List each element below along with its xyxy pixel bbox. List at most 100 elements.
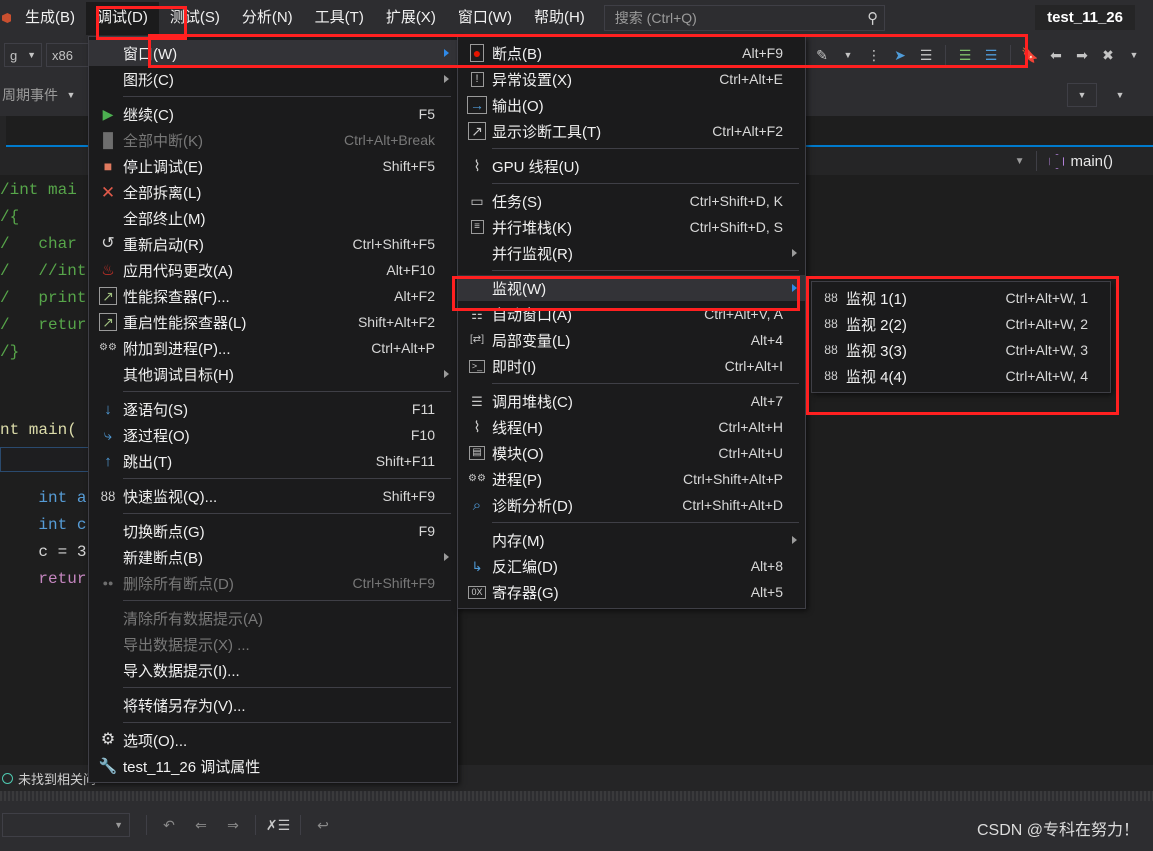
menubar-item-2[interactable]: 调试(D)	[86, 1, 159, 35]
menu-item-继续-c-[interactable]: ▶ 继续(C) F5	[89, 101, 457, 127]
grid-drag-icon[interactable]: ⋮	[863, 44, 885, 66]
menu-item-调用堆栈-c-[interactable]: ☰ 调用堆栈(C) Alt+7	[458, 388, 805, 414]
menu-item-图形-c-[interactable]: 图形(C)	[89, 66, 457, 92]
chevron-down-icon[interactable]: ▼	[837, 44, 859, 66]
watch-submenu-popup[interactable]: ȣȣ 监视 1(1) Ctrl+Alt+W, 1 ȣȣ 监视 2(2) Ctrl+Alt+…	[811, 281, 1111, 393]
menu-item-输出-o-[interactable]: → 输出(O)	[458, 92, 805, 118]
menu-item-全部拆离-l-[interactable]: ✕ 全部拆离(L)	[89, 179, 457, 205]
menu-item-切换断点-g-[interactable]: 切换断点(G) F9	[89, 518, 457, 544]
menu-item-显示诊断工具-t-[interactable]: ↗ 显示诊断工具(T) Ctrl+Alt+F2	[458, 118, 805, 144]
menu-item-导入数据提示-i-[interactable]: 导入数据提示(I)...	[89, 657, 457, 683]
search-input[interactable]	[612, 9, 867, 27]
configuration-combo[interactable]: g ▼	[4, 43, 42, 67]
search-icon[interactable]: ⚲	[867, 9, 878, 27]
menu-icon-placeholder	[93, 607, 123, 629]
search-box[interactable]: ⚲	[603, 5, 885, 31]
menubar-item-8[interactable]: 帮助(H)	[523, 2, 596, 35]
clear-bookmarks-icon[interactable]: ✖	[1097, 44, 1119, 66]
menu-item-监视-1-1-[interactable]: ȣȣ 监视 1(1) Ctrl+Alt+W, 1	[812, 285, 1110, 311]
chevron-down-icon[interactable]: ▼	[1078, 90, 1087, 100]
word-wrap-icon[interactable]: ↩	[310, 813, 336, 837]
menu-item-即时-i-[interactable]: >_ 即时(I) Ctrl+Alt+I	[458, 353, 805, 379]
menu-item-逐语句-s-[interactable]: ↓ 逐语句(S) F11	[89, 396, 457, 422]
menu-item-任务-s-[interactable]: ▭ 任务(S) Ctrl+Shift+D, K	[458, 188, 805, 214]
comment-icon[interactable]: ✎	[811, 44, 833, 66]
menu-item-寄存器-g-[interactable]: 0X 寄存器(G) Alt+5	[458, 579, 805, 605]
menu-item-附加到进程-p-[interactable]: ⚙⚙ 附加到进程(P)... Ctrl+Alt+P	[89, 335, 457, 361]
toolbar2-combo[interactable]: ▼	[1067, 83, 1097, 107]
clear-output-icon[interactable]: ✗☰	[265, 813, 291, 837]
menu-item-进程-p-[interactable]: ⚙⚙ 进程(P) Ctrl+Shift+Alt+P	[458, 466, 805, 492]
menu-icon-placeholder	[462, 529, 492, 551]
menu-item-自动窗口-a-[interactable]: ☷ 自动窗口(A) Ctrl+Alt+V, A	[458, 301, 805, 327]
menu-icon-placeholder	[93, 363, 123, 385]
cube-icon	[1049, 154, 1063, 168]
menu-item-监视-2-2-[interactable]: ȣȣ 监视 2(2) Ctrl+Alt+W, 2	[812, 311, 1110, 337]
menu-item-监视-w-[interactable]: 监视(W)	[458, 275, 805, 301]
menu-item-内存-m-[interactable]: 内存(M)	[458, 527, 805, 553]
menu-item-应用代码更改-a-[interactable]: ♨ 应用代码更改(A) Alt+F10	[89, 257, 457, 283]
toolbar2-overflow-icon[interactable]: ▼	[1109, 84, 1131, 106]
current-line-highlight	[0, 447, 94, 472]
menu-item-其他调试目标-h-[interactable]: 其他调试目标(H)	[89, 361, 457, 387]
chevron-down-icon[interactable]: ▼	[60, 84, 82, 106]
toolbar-overflow-icon[interactable]: ▼	[1123, 44, 1145, 66]
menu-item-停止调试-e-[interactable]: ■ 停止调试(E) Shift+F5	[89, 153, 457, 179]
menu-item-局部变量-l-[interactable]: [⇄] 局部变量(L) Alt+4	[458, 327, 805, 353]
uncomment-icon[interactable]: ☰	[954, 44, 976, 66]
menu-item-label: 应用代码更改(A)	[123, 262, 233, 280]
menubar-item-1[interactable]: 生成(B)	[14, 2, 86, 35]
menubar-item-3[interactable]: 测试(S)	[159, 2, 231, 35]
menu-item-窗口-w-[interactable]: 窗口(W)	[89, 40, 457, 66]
menu-item-选项-o-[interactable]: ⚙ 选项(O)...	[89, 727, 457, 753]
menu-icon-placeholder	[93, 659, 123, 681]
prev-bookmark-icon[interactable]: ⬅	[1045, 44, 1067, 66]
panel-splitter[interactable]	[0, 791, 1153, 801]
menubar-item-6[interactable]: 扩展(X)	[375, 2, 447, 35]
menu-item-并行堆栈-k-[interactable]: ≡ 并行堆栈(K) Ctrl+Shift+D, S	[458, 214, 805, 240]
code-line: int a	[0, 489, 87, 507]
menu-item-重启性能探查器-l-[interactable]: ↗ 重启性能探查器(L) Shift+Alt+F2	[89, 309, 457, 335]
indent-icon[interactable]: ☰	[915, 44, 937, 66]
menu-item-label: 全部终止(M)	[123, 210, 206, 228]
menu-item-快速监视-q-[interactable]: ȣȣ 快速监视(Q)... Shift+F9	[89, 483, 457, 509]
chevron-down-icon[interactable]: ▼	[27, 50, 36, 60]
menu-item-监视-4-4-[interactable]: ȣȣ 监视 4(4) Ctrl+Alt+W, 4	[812, 363, 1110, 389]
watch-icon: ȣȣ	[824, 317, 838, 331]
window-submenu-popup[interactable]: ● 断点(B) Alt+F9! 异常设置(X) Ctrl+Alt+E → 输出(O) ↗ 显示诊…	[457, 36, 806, 609]
menu-separator	[123, 96, 451, 97]
undo-indent-icon[interactable]: ↶	[156, 813, 182, 837]
menu-item-性能探查器-f-[interactable]: ↗ 性能探查器(F)... Alt+F2	[89, 283, 457, 309]
bookmark-icon[interactable]: 🔖	[1019, 44, 1041, 66]
menu-item-模块-o-[interactable]: ▤ 模块(O) Ctrl+Alt+U	[458, 440, 805, 466]
indent-icon[interactable]: ⇒	[220, 813, 246, 837]
menu-item-并行监视-r-[interactable]: 并行监视(R)	[458, 240, 805, 266]
menu-item-异常设置-x-[interactable]: ! 异常设置(X) Ctrl+Alt+E	[458, 66, 805, 92]
outdent-icon[interactable]: ⇐	[188, 813, 214, 837]
menu-item-全部终止-m-[interactable]: 全部终止(M)	[89, 205, 457, 231]
breadcrumb-symbol[interactable]: main()	[1070, 153, 1153, 170]
menu-item-将转储另存为-v-[interactable]: 将转储另存为(V)...	[89, 692, 457, 718]
debug-menu-popup[interactable]: 窗口(W) 图形(C) ▶ 继续(C) F5 ▐▌ 全部中断(K) Ctrl+Alt+Brea…	[88, 36, 458, 783]
breadcrumb: ▼ main()	[1015, 147, 1153, 175]
menubar-item-5[interactable]: 工具(T)	[304, 2, 375, 35]
menu-item-gpu-线程-u-[interactable]: ⌇ GPU 线程(U)	[458, 153, 805, 179]
menu-item-断点-b-[interactable]: ● 断点(B) Alt+F9	[458, 40, 805, 66]
menu-item-test_11_26-调试属性[interactable]: 🔧 test_11_26 调试属性	[89, 753, 457, 779]
menubar-item-7[interactable]: 窗口(W)	[447, 2, 523, 35]
menu-item-反汇编-d-[interactable]: ↳ 反汇编(D) Alt+8	[458, 553, 805, 579]
menu-item-新建断点-b-[interactable]: 新建断点(B)	[89, 544, 457, 570]
chevron-down-icon[interactable]: ▼	[114, 820, 123, 830]
menu-item-监视-3-3-[interactable]: ȣȣ 监视 3(3) Ctrl+Alt+W, 3	[812, 337, 1110, 363]
menu-item-线程-h-[interactable]: ⌇ 线程(H) Ctrl+Alt+H	[458, 414, 805, 440]
chevron-down-icon[interactable]: ▼	[1015, 156, 1025, 167]
menubar-item-4[interactable]: 分析(N)	[231, 2, 304, 35]
pointer-icon[interactable]: ➤	[889, 44, 911, 66]
menu-item-跳出-t-[interactable]: ↑ 跳出(T) Shift+F11	[89, 448, 457, 474]
bottom-filter-combo[interactable]: ▼	[2, 813, 130, 837]
comment-lines-icon[interactable]: ☰	[980, 44, 1002, 66]
next-bookmark-icon[interactable]: ➡	[1071, 44, 1093, 66]
menu-item-重新启动-r-[interactable]: ↺ 重新启动(R) Ctrl+Shift+F5	[89, 231, 457, 257]
menu-item-诊断分析-d-[interactable]: ⌕ 诊断分析(D) Ctrl+Shift+Alt+D	[458, 492, 805, 518]
menu-item-逐过程-o-[interactable]: ⤷ 逐过程(O) F10	[89, 422, 457, 448]
